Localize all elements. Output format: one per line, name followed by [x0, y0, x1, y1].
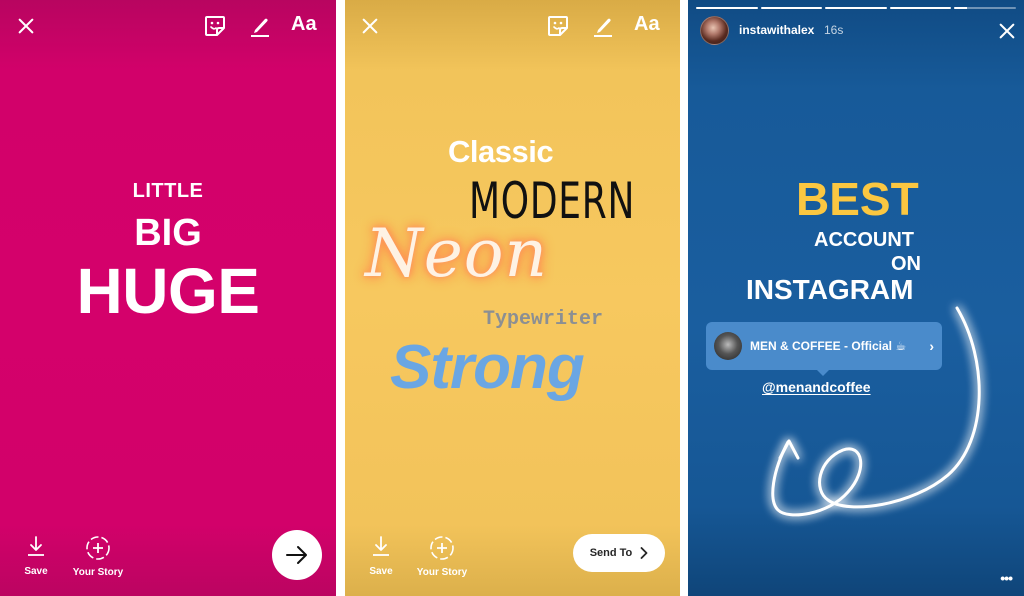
close-icon[interactable]	[17, 17, 35, 35]
add-story-icon	[86, 536, 110, 560]
font-sample-typewriter[interactable]: Typewriter	[483, 308, 603, 331]
save-label: Save	[24, 566, 48, 577]
text-tool-button[interactable]: Aa	[634, 13, 660, 36]
save-button[interactable]: Save	[20, 535, 52, 577]
neon-arrow-doodle	[771, 306, 981, 517]
your-story-label: Your Story	[416, 567, 468, 578]
more-options-icon[interactable]: •••	[1000, 570, 1013, 586]
save-label: Save	[369, 566, 393, 577]
your-story-button[interactable]: Your Story	[414, 535, 470, 578]
send-to-button[interactable]: Send To	[573, 534, 665, 572]
chevron-right-icon	[640, 547, 648, 559]
story-editor-pink: Aa LITTLE BIG HUGE Save Your Story	[0, 0, 336, 596]
text-tool-button[interactable]: Aa	[291, 13, 317, 36]
pen-icon[interactable]	[590, 13, 616, 39]
chevron-right-icon: ›	[929, 338, 934, 354]
font-sample-neon[interactable]: Neon	[365, 215, 548, 292]
arrow-right-icon	[286, 546, 307, 564]
font-sample-classic[interactable]: Classic	[448, 134, 554, 170]
text-big[interactable]: BIG	[0, 212, 336, 255]
add-story-icon	[430, 536, 454, 560]
close-icon[interactable]	[361, 17, 379, 35]
sticker-icon[interactable]	[202, 13, 228, 39]
download-icon	[373, 536, 389, 556]
your-story-button[interactable]: Your Story	[70, 535, 126, 578]
mention-avatar	[714, 332, 742, 360]
mention-account-name: MEN & COFFEE - Official ☕	[750, 339, 907, 353]
mention-handle[interactable]: @menandcoffee	[762, 379, 871, 395]
story-viewer-blue: instawithalex 16s BEST ACCOUNT ON INSTAG…	[688, 0, 1024, 596]
download-icon	[28, 536, 44, 556]
next-button[interactable]	[272, 530, 322, 580]
mention-sticker-card[interactable]: MEN & COFFEE - Official ☕ ›	[706, 322, 942, 376]
sticker-icon[interactable]	[545, 13, 571, 39]
font-sample-strong[interactable]: Strong	[390, 332, 585, 403]
send-to-label: Send To	[589, 547, 633, 559]
story-editor-yellow: Aa Classic MODERN Neon Typewriter Strong…	[345, 0, 680, 596]
save-button[interactable]: Save	[365, 535, 397, 577]
your-story-label: Your Story	[72, 567, 124, 578]
text-little[interactable]: LITTLE	[0, 180, 336, 203]
text-huge[interactable]: HUGE	[0, 254, 336, 328]
pen-icon[interactable]	[247, 13, 273, 39]
